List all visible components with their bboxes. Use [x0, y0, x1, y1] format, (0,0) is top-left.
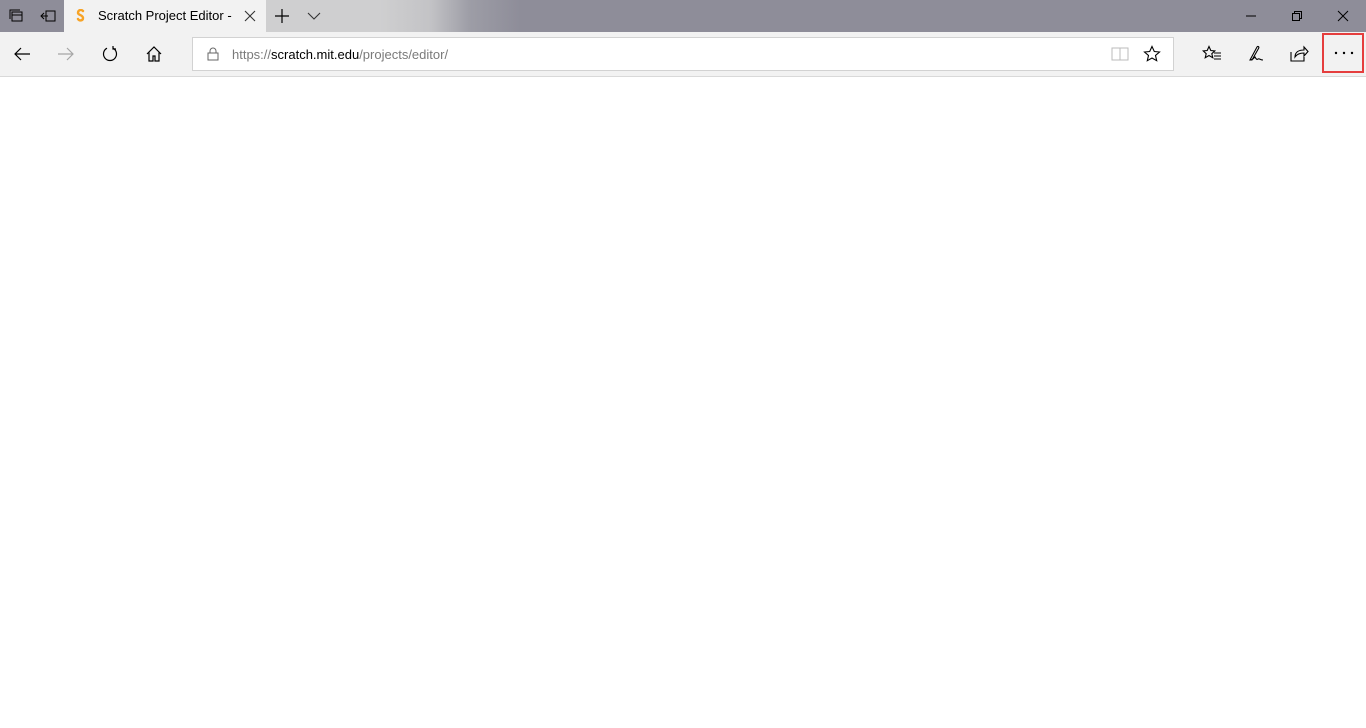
refresh-icon	[102, 46, 118, 61]
set-aside-tabs-icon	[40, 10, 56, 22]
close-icon	[1337, 10, 1349, 22]
url-scheme: https://	[232, 47, 272, 62]
web-note-button[interactable]	[1234, 32, 1278, 76]
more-icon	[1334, 51, 1354, 55]
share-button[interactable]	[1277, 32, 1321, 76]
url-text[interactable]: https://scratch.mit.edu/projects/editor/	[232, 47, 448, 62]
page-content	[0, 78, 1366, 728]
set-aside-tabs-button[interactable]	[32, 0, 64, 32]
forward-button[interactable]	[44, 32, 88, 76]
address-bar[interactable]: https://scratch.mit.edu/projects/editor/	[192, 37, 1174, 71]
url-path: /projects/editor/	[359, 47, 449, 62]
restore-button[interactable]	[1274, 0, 1320, 32]
favorites-hub-icon	[1202, 45, 1221, 60]
reading-view-icon[interactable]	[1111, 47, 1129, 61]
tabs-aside-icon	[9, 9, 23, 22]
active-tab[interactable]: Scratch Project Editor -	[64, 0, 266, 32]
title-bar: Scratch Project Editor -	[0, 0, 1366, 32]
forward-icon	[58, 47, 74, 61]
minimize-icon	[1246, 15, 1256, 17]
new-tab-area	[266, 0, 334, 32]
favorites-hub-button[interactable]	[1190, 32, 1234, 76]
home-button[interactable]	[132, 32, 176, 76]
minimize-button[interactable]	[1228, 0, 1274, 32]
refresh-button[interactable]	[88, 32, 132, 76]
url-host: scratch.mit.edu	[271, 47, 360, 62]
plus-icon[interactable]	[274, 8, 290, 24]
web-note-icon	[1249, 45, 1264, 61]
tab-title: Scratch Project Editor -	[98, 8, 232, 23]
close-window-button[interactable]	[1320, 0, 1366, 32]
restore-icon	[1292, 11, 1302, 21]
home-icon	[146, 46, 162, 62]
favorite-star-icon[interactable]	[1143, 45, 1161, 63]
chevron-down-icon[interactable]	[306, 8, 322, 24]
settings-and-more-button[interactable]	[1322, 33, 1364, 73]
share-icon	[1290, 45, 1309, 62]
navigation-bar: https://scratch.mit.edu/projects/editor/	[0, 32, 1366, 77]
tabs-aside-button[interactable]	[0, 0, 32, 32]
scratch-logo-icon	[76, 9, 85, 22]
close-tab-icon[interactable]	[242, 8, 258, 24]
back-button[interactable]	[0, 32, 44, 76]
lock-icon	[207, 47, 219, 61]
back-icon	[14, 47, 30, 61]
